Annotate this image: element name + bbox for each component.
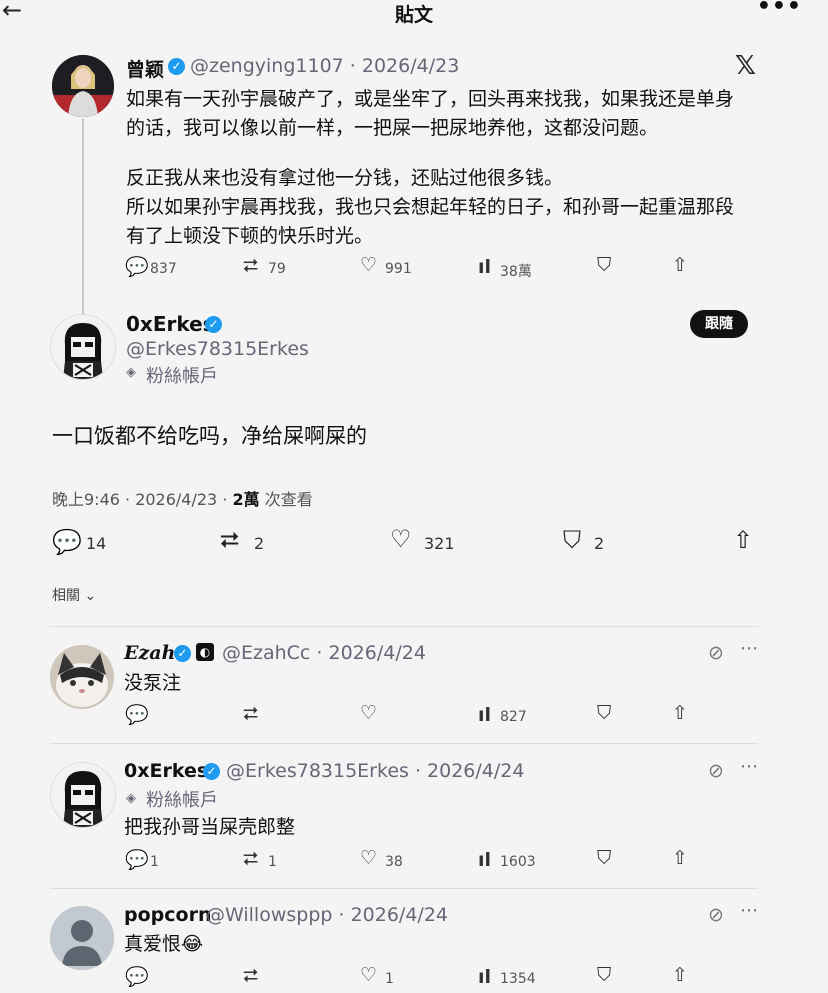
like-count: 38 (385, 854, 403, 870)
page-title: 貼文 (394, 4, 433, 26)
thread-line (82, 118, 84, 316)
share-icon[interactable]: ⇧ (672, 704, 688, 723)
repost-count: 1 (268, 854, 277, 870)
views-icon[interactable]: ıl (478, 968, 491, 987)
views-count: 1603 (500, 854, 536, 870)
repost-icon[interactable]: ⮂ (243, 705, 258, 724)
like-icon[interactable]: ♡ (360, 849, 377, 868)
share-icon[interactable]: ⇧ (733, 528, 753, 552)
account-type-label: 粉絲帳戶 (146, 366, 218, 387)
repost-count: 79 (268, 261, 286, 277)
more-options-icon[interactable]: ••• (757, 0, 802, 19)
views-icon[interactable]: ıl (478, 706, 491, 725)
share-icon[interactable]: ⇧ (672, 849, 688, 868)
avatar[interactable] (50, 906, 114, 970)
repost-icon[interactable]: ⮂ (243, 850, 258, 869)
author-name[interactable]: Ezah (124, 642, 175, 664)
tweet-text-line: 反正我从来也没有拿过他一分钱，还贴过他很多钱。 (126, 167, 564, 189)
like-count: 321 (424, 534, 455, 553)
reply-icon[interactable]: 💬 (52, 530, 82, 554)
tweet-text-line: 有了上顿没下顿的快乐时光。 (126, 225, 374, 247)
more-options-icon[interactable]: ··· (740, 640, 758, 659)
views-count: 827 (500, 709, 527, 725)
fan-account-icon: ◈ (126, 365, 136, 380)
reply-icon[interactable]: 💬 (125, 968, 149, 987)
views-label: 次查看 (259, 490, 313, 509)
reply-icon[interactable]: 💬 (125, 706, 149, 725)
author-name[interactable]: popcorn (124, 904, 211, 926)
avatar[interactable] (52, 55, 114, 117)
views-count: 38萬 (500, 264, 532, 280)
avatar[interactable] (50, 645, 114, 709)
tweet-meta: 晚上9:46 · 2026/4/23 · 2萬 次查看 (52, 486, 313, 510)
grok-icon[interactable]: ⊘ (708, 762, 724, 781)
author-name[interactable]: 0xErkes (124, 760, 208, 782)
like-count: 1 (385, 971, 394, 987)
divider (50, 888, 758, 889)
avatar[interactable] (50, 762, 116, 828)
reply-text: 没泵注 (124, 672, 182, 694)
bookmark-icon[interactable]: ⛉ (597, 704, 611, 723)
account-type-label: 粉絲帳戶 (146, 790, 218, 811)
more-options-icon[interactable]: ··· (740, 902, 758, 921)
grok-icon[interactable]: ⊘ (708, 644, 724, 663)
like-icon[interactable]: ♡ (360, 704, 377, 723)
timestamp: 晚上9:46 · 2026/4/23 · (52, 490, 233, 509)
chevron-down-icon: ⌄ (84, 588, 97, 604)
divider (50, 626, 758, 627)
like-icon[interactable]: ♡ (390, 527, 412, 551)
reply-count: 837 (150, 261, 177, 277)
reply-text: 把我孙哥当屎壳郎整 (124, 816, 296, 838)
tweet-text-line: 的话，我可以像以前一样，一把屎一把尿地养他，这都没问题。 (126, 117, 659, 139)
related-label: 相關 (52, 588, 80, 604)
repost-icon[interactable]: ⮂ (243, 967, 258, 986)
verified-icon: ✓ (205, 316, 222, 333)
reply-icon[interactable]: 💬 (125, 851, 149, 870)
author-handle[interactable]: @Erkes78315Erkes · 2026/4/24 (226, 760, 524, 782)
fan-account-icon: ◈ (126, 791, 136, 806)
x-logo-icon: 𝕏 (735, 51, 756, 81)
repost-icon[interactable]: ⮂ (243, 257, 258, 276)
verified-icon: ✓ (174, 645, 191, 662)
views-count: 2萬 (232, 490, 260, 509)
bookmark-count: 2 (594, 534, 605, 553)
bookmark-icon[interactable]: ⛉ (597, 256, 611, 275)
reply-icon[interactable]: 💬 (125, 258, 149, 277)
more-options-icon[interactable]: ··· (740, 758, 758, 777)
repost-icon[interactable]: ⮂ (220, 528, 239, 552)
affiliate-badge-icon: ◐ (196, 643, 214, 661)
divider (50, 743, 758, 744)
related-toggle[interactable]: 相關 ⌄ (52, 585, 96, 605)
views-count: 1354 (500, 971, 536, 987)
views-icon[interactable]: ıl (478, 851, 491, 870)
author-name[interactable]: 0xErkes (126, 312, 215, 336)
tweet-text-line: 所以如果孙宇晨再找我，我也只会想起年轻的日子，和孙哥一起重温那段 (126, 196, 735, 218)
follow-button[interactable]: 跟隨 (690, 310, 748, 338)
bookmark-icon[interactable]: ⛉ (597, 966, 611, 985)
author-handle[interactable]: @Erkes78315Erkes (126, 338, 309, 360)
reply-count: 1 (150, 854, 159, 870)
views-icon[interactable]: ıl (478, 258, 491, 277)
tweet-text-line: 如果有一天孙宇晨破产了，或是坐牢了，回头再来找我，如果我还是单身 (126, 88, 735, 110)
like-icon[interactable]: ♡ (360, 256, 377, 275)
like-count: 991 (385, 261, 412, 277)
author-handle[interactable]: @EzahCc · 2026/4/24 (222, 642, 426, 664)
author-handle[interactable]: @Willowsppp · 2026/4/24 (206, 904, 448, 926)
repost-count: 2 (254, 534, 265, 553)
bookmark-icon[interactable]: ⛉ (563, 528, 581, 552)
author-name[interactable]: 曾颖 (126, 55, 164, 82)
reply-count: 14 (86, 534, 107, 553)
reply-text: 真爱恨😂 (124, 933, 204, 955)
verified-icon: ✓ (203, 763, 220, 780)
avatar[interactable] (50, 314, 116, 380)
tweet-text: 一口饭都不给吃吗，净给屎啊屎的 (52, 424, 367, 448)
top-bar: ← 貼文 ••• (0, 0, 828, 26)
author-handle[interactable]: @zengying1107 · 2026/4/23 (190, 55, 459, 77)
like-icon[interactable]: ♡ (360, 966, 377, 985)
verified-icon: ✓ (168, 58, 185, 75)
grok-icon[interactable]: ⊘ (708, 906, 724, 925)
share-icon[interactable]: ⇧ (672, 966, 688, 985)
bookmark-icon[interactable]: ⛉ (597, 849, 611, 868)
share-icon[interactable]: ⇧ (672, 256, 688, 275)
